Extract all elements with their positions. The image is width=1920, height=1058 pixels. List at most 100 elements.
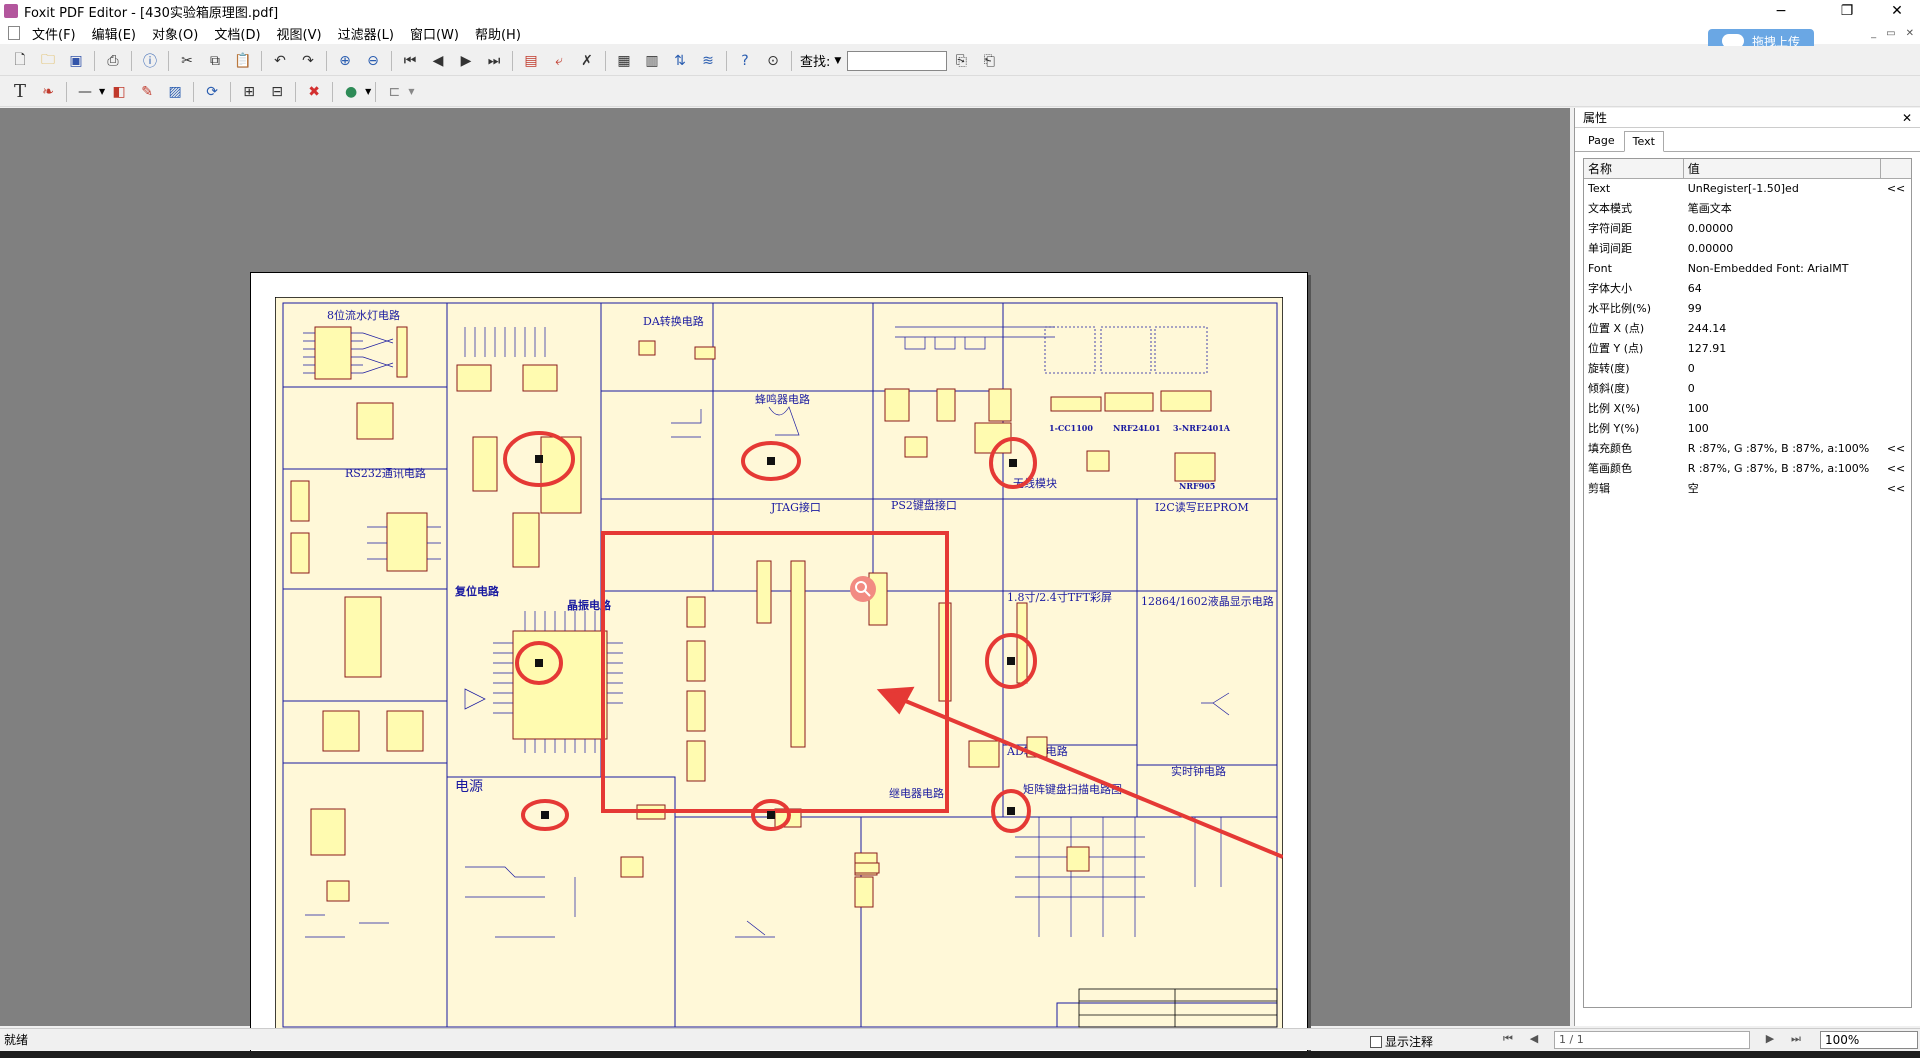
menu-edit[interactable]: 编辑(E): [84, 24, 144, 43]
property-more[interactable]: [1881, 419, 1911, 439]
image-tool-icon[interactable]: ▨: [164, 81, 186, 103]
property-more[interactable]: [1881, 239, 1911, 259]
property-row[interactable]: 位置 X (点) 244.14: [1584, 319, 1911, 339]
paste-icon[interactable]: 📋: [232, 50, 254, 72]
info-icon[interactable]: ⓘ: [139, 50, 161, 72]
panel-close-icon[interactable]: ✕: [1902, 111, 1912, 125]
property-more[interactable]: [1881, 299, 1911, 319]
property-row[interactable]: 旋转(度) 0: [1584, 359, 1911, 379]
property-row[interactable]: 文本模式 笔画文本: [1584, 199, 1911, 219]
property-row[interactable]: 比例 Y(%) 100: [1584, 419, 1911, 439]
copy-icon[interactable]: ⧉: [204, 50, 226, 72]
next-page-icon[interactable]: ▶: [455, 50, 477, 72]
document-icon[interactable]: [8, 26, 20, 40]
align-dropdown-icon[interactable]: ▼: [408, 87, 414, 96]
tab-page[interactable]: Page: [1579, 130, 1624, 151]
menu-window[interactable]: 窗口(W): [402, 24, 467, 43]
property-row[interactable]: 倾斜(度) 0: [1584, 379, 1911, 399]
line-dropdown-icon[interactable]: ▼: [99, 87, 105, 96]
restore-button[interactable]: ❐: [1824, 0, 1870, 22]
target-icon[interactable]: ⊙: [762, 50, 784, 72]
property-more[interactable]: <<: [1881, 459, 1911, 479]
mdi-minimize-icon[interactable]: _: [1871, 28, 1876, 39]
property-row[interactable]: 位置 Y (点) 127.91: [1584, 339, 1911, 359]
property-row[interactable]: Font Non-Embedded Font: ArialMT: [1584, 259, 1911, 279]
property-more[interactable]: [1881, 219, 1911, 239]
find-input[interactable]: [847, 50, 948, 71]
checkbox-box[interactable]: [1370, 1035, 1382, 1048]
zoom-in-icon[interactable]: ⊕: [334, 50, 356, 72]
property-row[interactable]: 比例 X(%) 100: [1584, 399, 1911, 419]
property-row[interactable]: 字体大小 64: [1584, 279, 1911, 299]
menu-object[interactable]: 对象(O): [144, 24, 206, 43]
zoom-out-icon[interactable]: ⊖: [362, 50, 384, 72]
text-tool-c-icon[interactable]: ⇅: [669, 50, 691, 72]
property-more[interactable]: [1881, 379, 1911, 399]
color-icon[interactable]: ●: [340, 81, 362, 103]
property-row[interactable]: 水平比例(%) 99: [1584, 299, 1911, 319]
first-page-icon[interactable]: ⏮: [399, 50, 421, 72]
help-question-icon[interactable]: ?: [734, 50, 756, 72]
save-icon[interactable]: ▣: [65, 50, 87, 72]
property-row[interactable]: 填充颜色 R :87%, G :87%, B :87%, a:100% <<: [1584, 439, 1911, 459]
mdi-restore-icon[interactable]: ▭: [1886, 28, 1895, 39]
property-more[interactable]: <<: [1881, 439, 1911, 459]
page-number-field[interactable]: 1 / 1: [1554, 1031, 1750, 1049]
last-page-icon[interactable]: ⏭: [483, 50, 505, 72]
close-button[interactable]: ✕: [1874, 0, 1920, 22]
insert-page-icon[interactable]: ⤶: [548, 50, 570, 72]
undo-icon[interactable]: ↶: [269, 50, 291, 72]
menu-help[interactable]: 帮助(H): [467, 24, 529, 43]
property-more[interactable]: <<: [1881, 479, 1911, 499]
property-row[interactable]: 字符间距 0.00000: [1584, 219, 1911, 239]
print-icon[interactable]: ⎙: [102, 50, 124, 72]
property-row[interactable]: 单词间距 0.00000: [1584, 239, 1911, 259]
document-workspace[interactable]: 8位流水灯电路 RS232通讯电路 DA转换电路 蜂鸣器电路 JTAG接口 PS…: [0, 108, 1570, 1058]
property-row[interactable]: 剪辑 空 <<: [1584, 479, 1911, 499]
next-page-nav-icon[interactable]: ▶: [1762, 1032, 1778, 1048]
property-more[interactable]: [1881, 199, 1911, 219]
redo-icon[interactable]: ↷: [297, 50, 319, 72]
add-text-icon[interactable]: T: [9, 81, 31, 103]
add-shape-icon[interactable]: ❧: [37, 81, 59, 103]
color-dropdown-icon[interactable]: ▼: [365, 87, 371, 96]
cut-icon[interactable]: ✂: [176, 50, 198, 72]
tab-text[interactable]: Text: [1623, 131, 1664, 152]
delete-object-icon[interactable]: ✖: [303, 81, 325, 103]
find-dropdown-icon[interactable]: ▼: [834, 56, 841, 66]
property-row[interactable]: Text UnRegister[-1.50]ed <<: [1584, 179, 1911, 199]
zoom-select[interactable]: 100%: [1820, 1031, 1918, 1049]
property-more[interactable]: [1881, 279, 1911, 299]
menu-file[interactable]: 文件(F): [24, 24, 84, 43]
prev-page-nav-icon[interactable]: ◀: [1526, 1032, 1542, 1048]
watermark-search-icon[interactable]: [850, 576, 876, 602]
minimize-button[interactable]: −: [1758, 0, 1804, 22]
mdi-close-icon[interactable]: ✕: [1906, 28, 1914, 39]
page-properties-icon[interactable]: ▤: [520, 50, 542, 72]
open-folder-icon[interactable]: 🗀: [37, 50, 59, 72]
property-more[interactable]: [1881, 259, 1911, 279]
transform-icon[interactable]: ⟳: [201, 81, 223, 103]
pdf-page[interactable]: 8位流水灯电路 RS232通讯电路 DA转换电路 蜂鸣器电路 JTAG接口 PS…: [250, 272, 1308, 1058]
first-page-nav-icon[interactable]: ⏮: [1500, 1032, 1516, 1048]
menu-document[interactable]: 文档(D): [206, 24, 268, 43]
text-tool-d-icon[interactable]: ≋: [697, 50, 719, 72]
text-tool-b-icon[interactable]: ▥: [641, 50, 663, 72]
menu-view[interactable]: 视图(V): [269, 24, 330, 43]
line-tool-icon[interactable]: —: [74, 81, 96, 103]
fill-tool-icon[interactable]: ◧: [108, 81, 130, 103]
prev-page-icon[interactable]: ◀: [427, 50, 449, 72]
property-more[interactable]: [1881, 359, 1911, 379]
property-more[interactable]: [1881, 319, 1911, 339]
delete-page-icon[interactable]: ✗: [576, 50, 598, 72]
edit-object-icon[interactable]: ✎: [136, 81, 158, 103]
menu-filter[interactable]: 过滤器(L): [330, 24, 402, 43]
text-tool-a-icon[interactable]: ▦: [613, 50, 635, 72]
new-file-icon[interactable]: 🗋: [9, 50, 31, 72]
property-row[interactable]: 笔画颜色 R :87%, G :87%, B :87%, a:100% <<: [1584, 459, 1911, 479]
property-more[interactable]: [1881, 399, 1911, 419]
group-icon[interactable]: ⊞: [238, 81, 260, 103]
ungroup-icon[interactable]: ⊟: [266, 81, 288, 103]
property-more[interactable]: [1881, 339, 1911, 359]
property-more[interactable]: <<: [1881, 179, 1911, 199]
